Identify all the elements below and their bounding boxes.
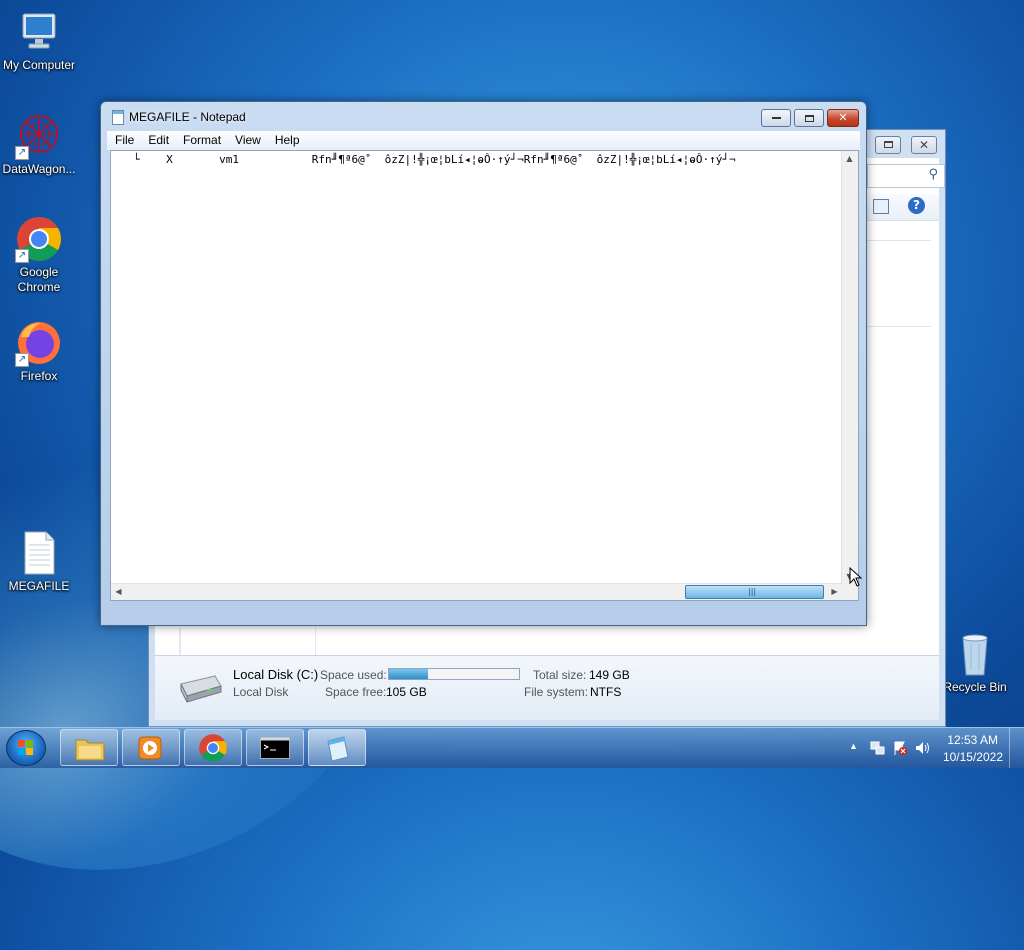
maximize-button[interactable] bbox=[794, 109, 824, 127]
taskbar: ▲ 12:53 AM 10/15/2022 bbox=[0, 727, 1024, 768]
shortcut-arrow-icon: ↗ bbox=[15, 249, 29, 263]
show-desktop-button[interactable] bbox=[1009, 728, 1024, 768]
maximize-button[interactable] bbox=[875, 136, 901, 154]
menu-file[interactable]: File bbox=[107, 131, 140, 147]
windows-logo-icon bbox=[18, 740, 33, 755]
total-size-label: Total size: bbox=[533, 668, 587, 682]
datawagon-icon: ↗ bbox=[15, 112, 63, 160]
file-system-value: NTFS bbox=[590, 685, 622, 699]
minimize-icon bbox=[771, 117, 781, 119]
clock-time[interactable]: 12:53 AM bbox=[947, 733, 998, 747]
taskbar-notepad[interactable] bbox=[308, 729, 366, 766]
start-button[interactable] bbox=[6, 730, 46, 766]
explorer-toolbar: ? bbox=[867, 194, 939, 221]
notepad-icon bbox=[112, 110, 124, 125]
menu-bar: File Edit Format View Help bbox=[107, 131, 860, 150]
details-pane: Local Disk (C:) Local Disk Space used: S… bbox=[155, 655, 939, 720]
space-free-value: 105 GB bbox=[386, 685, 427, 699]
desktop-icon-my-computer[interactable]: My Computer bbox=[1, 8, 77, 73]
desktop-icon-label: Recycle Bin bbox=[943, 680, 1007, 694]
scroll-left-icon[interactable]: ◀ bbox=[111, 584, 126, 599]
desktop-icon-label: Google Chrome bbox=[17, 265, 61, 294]
notepad-icon bbox=[327, 736, 349, 762]
chrome-icon bbox=[199, 734, 227, 762]
hard-drive-icon bbox=[180, 675, 222, 703]
search-box[interactable]: ⚲ bbox=[867, 164, 945, 188]
horizontal-scrollbar[interactable]: ◀ ||| ▶ bbox=[111, 583, 842, 600]
search-icon: ⚲ bbox=[928, 167, 938, 182]
menu-help[interactable]: Help bbox=[267, 131, 306, 147]
space-used-fill bbox=[389, 669, 428, 679]
drive-type: Local Disk bbox=[233, 685, 289, 699]
desktop-icon-google-chrome[interactable]: ↗ Google Chrome bbox=[1, 215, 77, 295]
text-editor[interactable]: └ X vm1 Rfn╜¶ª6@˚ ôzZ|!╬¡œ¦bLí◂¦ⱺÔ·↑ý┘¬R… bbox=[110, 150, 859, 601]
desktop-icon-label: DataWagon... bbox=[2, 162, 76, 176]
desktop-icon-label: My Computer bbox=[2, 58, 76, 72]
preview-pane-icon[interactable] bbox=[873, 199, 889, 214]
drive-name: Local Disk (C:) bbox=[233, 667, 319, 682]
command-prompt-icon bbox=[260, 737, 290, 759]
scroll-up-icon[interactable]: ▲ bbox=[842, 151, 857, 166]
clock-date[interactable]: 10/15/2022 bbox=[943, 750, 1003, 764]
media-player-icon bbox=[138, 736, 162, 760]
system-tray: ▲ 12:53 AM 10/15/2022 bbox=[834, 728, 1024, 768]
volume-icon[interactable] bbox=[914, 740, 932, 756]
shortcut-arrow-icon: ↗ bbox=[15, 146, 29, 160]
desktop-icon-megafile[interactable]: MEGAFILE bbox=[1, 529, 77, 594]
help-icon[interactable]: ? bbox=[908, 197, 925, 214]
taskbar-chrome[interactable] bbox=[184, 729, 242, 766]
taskbar-explorer[interactable] bbox=[60, 729, 118, 766]
desktop-icon-firefox[interactable]: ↗ Firefox bbox=[1, 319, 77, 384]
recycle-bin-icon bbox=[951, 630, 999, 678]
close-icon: ✕ bbox=[838, 111, 848, 124]
computer-icon bbox=[15, 8, 63, 56]
divider bbox=[867, 240, 931, 241]
file-system-label: File system: bbox=[524, 685, 589, 699]
desktop-icon-label: MEGAFILE bbox=[8, 579, 70, 593]
total-size-value: 149 GB bbox=[589, 668, 630, 682]
action-center-flag-icon[interactable] bbox=[892, 740, 908, 756]
close-button[interactable]: ✕ bbox=[911, 136, 937, 154]
folder-icon bbox=[75, 739, 105, 761]
desktop-icon-recycle-bin[interactable]: Recycle Bin bbox=[937, 630, 1013, 695]
horizontal-scroll-thumb[interactable]: ||| bbox=[685, 585, 824, 599]
window-title: MEGAFILE - Notepad bbox=[129, 110, 246, 124]
close-icon: ✕ bbox=[918, 138, 930, 152]
desktop-icon-datawagon[interactable]: ↗ DataWagon... bbox=[1, 112, 77, 177]
maximize-icon bbox=[804, 114, 814, 122]
menu-edit[interactable]: Edit bbox=[140, 131, 175, 147]
notepad-window[interactable]: MEGAFILE - Notepad ✕ File Edit Format View H… bbox=[100, 101, 867, 626]
menu-view[interactable]: View bbox=[227, 131, 267, 147]
text-file-icon bbox=[15, 529, 63, 577]
firefox-icon: ↗ bbox=[15, 319, 63, 367]
close-button[interactable]: ✕ bbox=[827, 109, 859, 127]
chrome-icon: ↗ bbox=[15, 215, 63, 263]
menu-format[interactable]: Format bbox=[175, 131, 227, 147]
show-hidden-icons-icon[interactable]: ▲ bbox=[849, 741, 858, 751]
taskbar-media-player[interactable] bbox=[122, 729, 180, 766]
divider bbox=[867, 326, 931, 327]
grip-icon: ||| bbox=[748, 587, 757, 596]
scroll-right-icon[interactable]: ▶ bbox=[827, 584, 842, 599]
network-icon[interactable] bbox=[870, 740, 886, 756]
taskbar-command-prompt[interactable] bbox=[246, 729, 304, 766]
space-used-bar bbox=[388, 668, 520, 680]
space-used-label: Space used: bbox=[320, 668, 387, 682]
shortcut-arrow-icon: ↗ bbox=[15, 353, 29, 367]
desktop-icon-label: Firefox bbox=[20, 369, 58, 383]
vertical-scrollbar[interactable]: ▲ ▼ bbox=[841, 151, 858, 584]
space-free-label: Space free: bbox=[325, 685, 387, 699]
mouse-cursor-icon bbox=[849, 567, 863, 587]
minimize-button[interactable] bbox=[761, 109, 791, 127]
editor-text[interactable]: └ X vm1 Rfn╜¶ª6@˚ ôzZ|!╬¡œ¦bLí◂¦ⱺÔ·↑ý┘¬R… bbox=[133, 153, 736, 167]
